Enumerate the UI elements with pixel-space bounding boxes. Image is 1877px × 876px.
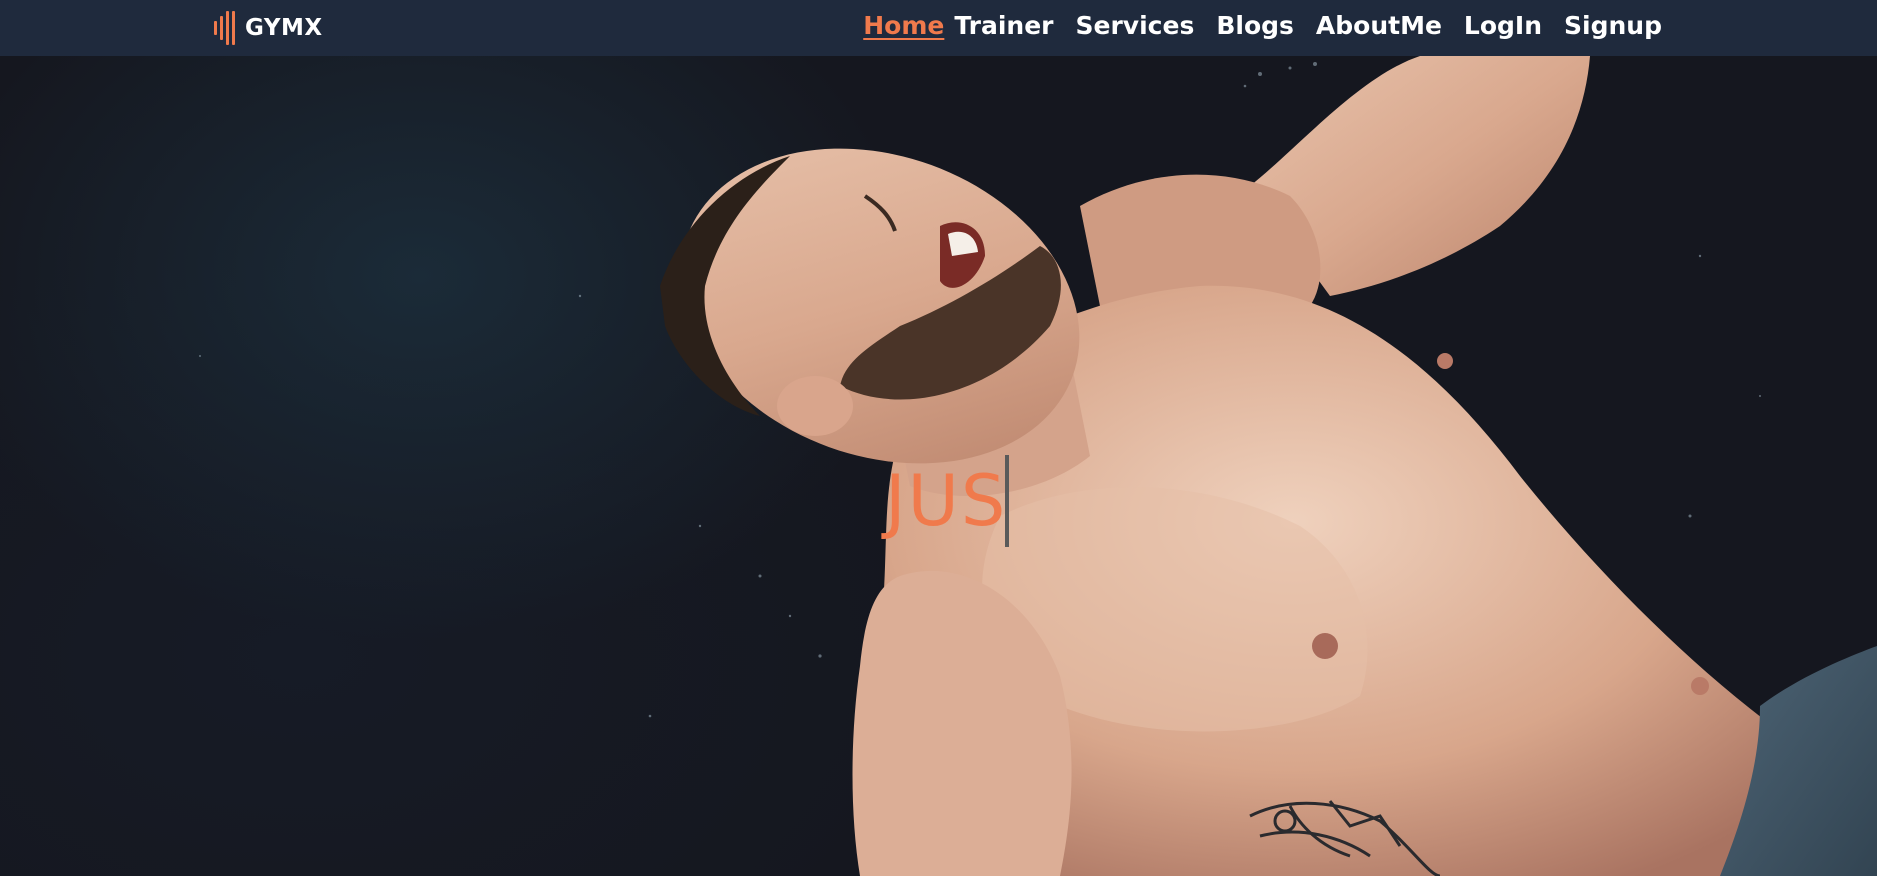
nav-link-login[interactable]: LogIn — [1464, 11, 1542, 40]
nav-link-signup[interactable]: Signup — [1564, 11, 1662, 40]
brand-name: GYMX — [245, 15, 323, 41]
page: GYMX Home Trainer Services Blogs AboutMe… — [0, 0, 1877, 876]
nav-link-aboutme[interactable]: AboutMe — [1316, 11, 1442, 40]
hero-section: JUS — [0, 56, 1877, 876]
hero-typed-heading: JUS — [885, 455, 1010, 547]
hero-typed-text: JUS — [885, 460, 1008, 542]
nav-link-trainer[interactable]: Trainer — [954, 11, 1053, 40]
nav-link-home[interactable]: Home — [863, 11, 944, 40]
navbar: GYMX Home Trainer Services Blogs AboutMe… — [0, 0, 1877, 56]
nav-link-services[interactable]: Services — [1076, 11, 1195, 40]
nav-link-blogs[interactable]: Blogs — [1216, 11, 1294, 40]
equalizer-bars-icon — [214, 11, 235, 45]
brand-logo[interactable]: GYMX — [214, 6, 323, 50]
nav-links: Home Trainer Services Blogs AboutMe LogI… — [863, 0, 1662, 50]
typing-cursor — [1005, 455, 1010, 547]
